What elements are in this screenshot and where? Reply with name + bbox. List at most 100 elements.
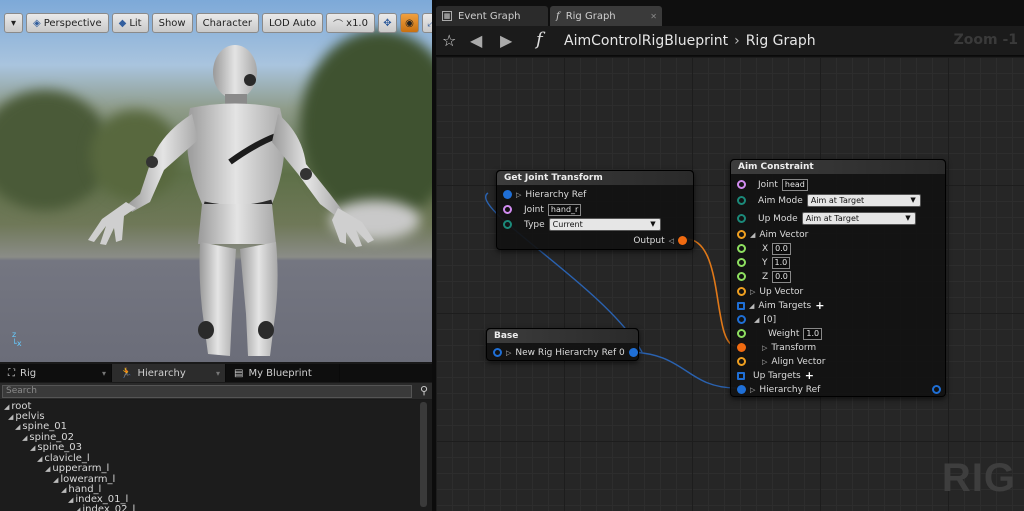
function-icon: f xyxy=(556,10,560,22)
input-pin[interactable] xyxy=(493,348,502,357)
close-icon[interactable]: ▾ xyxy=(216,369,220,378)
node-title: Base xyxy=(487,329,638,343)
favorite-star-icon[interactable]: ☆ xyxy=(442,31,456,50)
expand-caret-icon[interactable]: ▷ xyxy=(762,358,767,366)
aim-mode-pin[interactable] xyxy=(737,196,746,205)
rotate-mode-button[interactable]: ◉ xyxy=(399,13,419,33)
x-pin[interactable] xyxy=(737,244,746,253)
expand-caret-icon[interactable]: ▷ xyxy=(762,344,767,352)
graph-canvas[interactable]: RIG Get Joint Transform ▷ Hierarchy Ref … xyxy=(436,57,1024,511)
new-rig-hierarchy-ref-pin[interactable] xyxy=(628,348,638,357)
tab-event-graph[interactable]: ▦ Event Graph xyxy=(436,6,548,26)
aim-targets-array-pin[interactable] xyxy=(737,301,745,310)
tab-rig-graph[interactable]: f Rig Graph ✕ xyxy=(550,6,662,26)
tab-hierarchy[interactable]: 🏃 Hierarchy ▾ xyxy=(112,364,226,382)
hierarchy-ref-output-pin[interactable] xyxy=(932,385,941,394)
output-pin[interactable] xyxy=(678,236,687,245)
get-joint-transform-node[interactable]: Get Joint Transform ▷ Hierarchy Ref Join… xyxy=(496,170,694,250)
tree-item-index-02-l[interactable]: ◢ index_02_l xyxy=(75,504,135,511)
back-arrow-icon[interactable]: ◀ xyxy=(470,31,482,50)
joint-input[interactable]: hand_r xyxy=(547,203,582,216)
type-dropdown[interactable]: Current ▼ xyxy=(548,218,661,231)
playback-speed-button[interactable]: ⌒ x1.0 xyxy=(326,13,375,33)
hierarchy-icon: 🏃 xyxy=(120,367,133,379)
translate-mode-button[interactable]: ✥ xyxy=(377,13,397,33)
tree-scrollbar[interactable] xyxy=(420,402,427,507)
expand-caret-icon[interactable]: ▷ xyxy=(516,191,521,199)
graph-header: ☆ ◀ ▶ f AimControlRigBlueprint › Rig Graph… xyxy=(436,26,1024,56)
weight-pin[interactable] xyxy=(737,329,746,338)
hierarchy-ref-pin[interactable] xyxy=(503,190,512,199)
up-mode-pin[interactable] xyxy=(737,214,746,223)
y-input[interactable]: 1.0 xyxy=(771,256,791,269)
index-0-pin[interactable] xyxy=(737,315,746,324)
x-input[interactable]: 0.0 xyxy=(772,242,791,255)
transform-pin[interactable] xyxy=(737,343,746,352)
search-icon[interactable]: ⚲ xyxy=(420,384,428,397)
add-element-icon[interactable]: + xyxy=(815,299,824,312)
up-vector-pin[interactable] xyxy=(737,287,746,296)
lod-button[interactable]: LOD Auto xyxy=(261,13,324,33)
aim-vector-pin[interactable] xyxy=(737,230,746,239)
collapse-caret-icon[interactable]: ◢ xyxy=(750,231,755,239)
tree-item-spine-03[interactable]: ◢ spine_03 xyxy=(30,442,82,453)
pin-row-align-vector: ▷ Align Vector xyxy=(737,355,826,368)
z-pin[interactable] xyxy=(737,272,746,281)
graph-editor: ▦ Event Graph f Rig Graph ✕ ☆ ◀ ▶ f AimCont… xyxy=(436,0,1024,511)
pin-row-joint: Joint hand_r xyxy=(503,203,582,216)
aim-mode-dropdown[interactable]: Aim at Target ▼ xyxy=(806,194,921,207)
function-icon: f xyxy=(536,29,543,50)
pin-row-output: Output ◁ xyxy=(633,234,687,247)
expand-caret-icon[interactable]: ▷ xyxy=(750,288,755,296)
expand-caret-icon[interactable]: ▷ xyxy=(750,386,755,394)
viewport[interactable]: ▾ ◈ Perspective ◆ Lit Show Character LOD A… xyxy=(0,0,432,362)
pin-row-type: Type Current ▼ xyxy=(503,218,661,231)
z-input[interactable]: 0.0 xyxy=(772,270,791,283)
tree-item-upperarm-l[interactable]: ◢ upperarm_l xyxy=(45,463,109,474)
tree-item-spine-01[interactable]: ◢ spine_01 xyxy=(15,421,67,432)
type-pin[interactable] xyxy=(503,220,512,229)
lit-button[interactable]: ◆ Lit xyxy=(111,13,149,33)
pin-row-aim-mode: Aim Mode Aim at Target ▼ xyxy=(737,194,921,207)
joint-pin[interactable] xyxy=(737,180,746,189)
up-targets-array-pin[interactable] xyxy=(737,371,745,380)
show-button[interactable]: Show xyxy=(151,13,193,33)
breadcrumb-graph[interactable]: Rig Graph xyxy=(746,33,816,49)
split-arrow-icon: ◁ xyxy=(668,236,674,245)
collapse-caret-icon[interactable]: ◢ xyxy=(749,302,754,310)
forward-arrow-icon[interactable]: ▶ xyxy=(500,31,512,50)
tab-rig[interactable]: ⛶ Rig ▾ xyxy=(0,364,112,382)
add-element-icon[interactable]: + xyxy=(805,369,814,382)
up-mode-dropdown[interactable]: Aim at Target ▼ xyxy=(801,212,916,225)
character-button[interactable]: Character xyxy=(195,13,259,33)
pin-row-transform: ▷ Transform xyxy=(737,341,816,354)
lit-icon: ◆ xyxy=(118,17,127,29)
scale-mode-button[interactable]: ⤢ xyxy=(421,13,432,33)
joint-pin[interactable] xyxy=(503,205,512,214)
left-column: ▾ ◈ Perspective ◆ Lit Show Character LOD A… xyxy=(0,0,432,511)
expand-caret-icon[interactable]: ▷ xyxy=(506,349,511,357)
close-icon[interactable]: ▾ xyxy=(102,369,106,378)
close-icon[interactable]: ✕ xyxy=(650,12,657,21)
search-input[interactable]: Search xyxy=(2,385,412,398)
collapse-caret-icon[interactable]: ◢ xyxy=(754,316,759,324)
joint-input[interactable]: head xyxy=(781,178,808,191)
tab-my-blueprint[interactable]: ▤ My Blueprint xyxy=(226,364,340,382)
base-node[interactable]: Base ▷ New Rig Hierarchy Ref 0 xyxy=(486,328,639,361)
hierarchy-ref-pin[interactable] xyxy=(737,385,746,394)
pin-row-hierarchy-ref: ▷ Hierarchy Ref xyxy=(503,188,586,201)
y-pin[interactable] xyxy=(737,258,746,267)
blueprint-icon: ▤ xyxy=(234,367,244,379)
aim-constraint-node[interactable]: Aim Constraint Joint head Aim Mode Aim a… xyxy=(730,159,946,397)
chevron-down-icon: ▼ xyxy=(905,214,911,222)
align-vector-pin[interactable] xyxy=(737,357,746,366)
speed-icon: ⌒ xyxy=(333,19,344,31)
weight-input[interactable]: 1.0 xyxy=(803,327,823,340)
document-tabs: ▦ Event Graph f Rig Graph ✕ xyxy=(436,6,662,26)
pin-row-up-targets: Up Targets + xyxy=(737,369,814,382)
breadcrumb-blueprint[interactable]: AimControlRigBlueprint xyxy=(564,33,728,49)
mannequin-character[interactable] xyxy=(80,44,380,362)
perspective-button[interactable]: ◈ Perspective xyxy=(26,13,109,33)
left-panel-tabs: ⛶ Rig ▾ 🏃 Hierarchy ▾ ▤ My Blueprint xyxy=(0,364,432,382)
viewport-options-button[interactable]: ▾ xyxy=(4,13,23,33)
